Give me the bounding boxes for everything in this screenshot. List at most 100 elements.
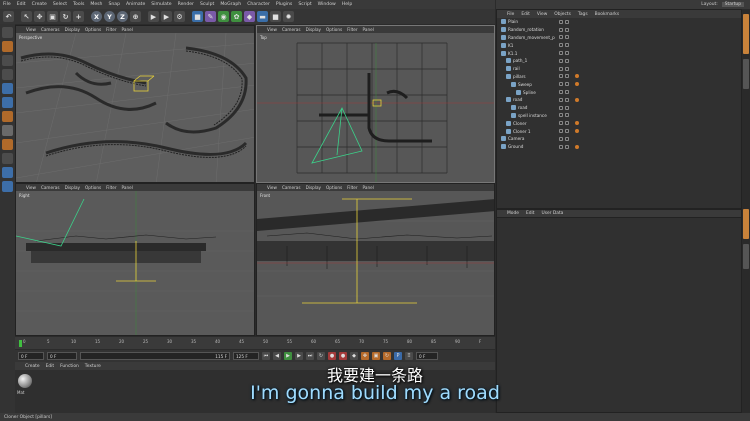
end-frame-field[interactable]: 125 F xyxy=(233,352,259,360)
viewport-menu-display[interactable]: Display xyxy=(306,185,321,190)
select-icon[interactable]: ↖ xyxy=(21,11,32,22)
attribute-menu-edit[interactable]: Edit xyxy=(526,211,535,216)
enabled-check-icon[interactable] xyxy=(565,121,569,126)
scale-icon[interactable]: ▣ xyxy=(47,11,58,22)
object-row[interactable]: spell instance xyxy=(497,112,741,120)
editor-visibility-icon[interactable] xyxy=(559,136,563,141)
solo-icon[interactable] xyxy=(2,181,13,192)
object-row[interactable]: Sweep xyxy=(497,80,741,88)
make-editable-icon[interactable] xyxy=(2,27,13,38)
subdivision-icon[interactable]: ◉ xyxy=(218,11,229,22)
rotate-icon[interactable]: ↻ xyxy=(60,11,71,22)
menu-animate[interactable]: Animate xyxy=(126,2,145,7)
editor-visibility-icon[interactable] xyxy=(559,35,563,40)
editor-visibility-icon[interactable] xyxy=(559,113,563,118)
viewport-menu-display[interactable]: Display xyxy=(65,185,80,190)
z-axis-toggle[interactable]: Z xyxy=(117,11,128,22)
model-mode-icon[interactable] xyxy=(2,41,13,52)
menu-window[interactable]: Window xyxy=(318,2,336,7)
undo-icon[interactable]: ↶ xyxy=(3,11,14,22)
viewport-menu-filter[interactable]: Filter xyxy=(106,27,116,32)
layers-tab[interactable] xyxy=(743,244,749,269)
enabled-check-icon[interactable] xyxy=(565,58,569,63)
previous-key-icon[interactable]: ◀ xyxy=(273,352,281,360)
render-picture-viewer-icon[interactable]: ▶ xyxy=(161,11,172,22)
visibility-flags[interactable] xyxy=(559,66,569,71)
menu-simulate[interactable]: Simulate xyxy=(151,2,171,7)
texture-mode-icon[interactable] xyxy=(2,55,13,66)
enabled-check-icon[interactable] xyxy=(565,51,569,56)
tag-icon[interactable] xyxy=(575,121,579,126)
menu-file[interactable]: File xyxy=(3,2,11,7)
enabled-check-icon[interactable] xyxy=(565,129,569,134)
cube-icon[interactable]: ■ xyxy=(192,11,203,22)
editor-visibility-icon[interactable] xyxy=(559,105,563,110)
visibility-flags[interactable] xyxy=(559,105,569,110)
viewport-menu-panel[interactable]: Panel xyxy=(363,185,374,190)
render-view-icon[interactable]: ▶ xyxy=(148,11,159,22)
workplane-lock-icon[interactable] xyxy=(2,167,13,178)
viewport-menu-options[interactable]: Options xyxy=(326,27,342,32)
visibility-flags[interactable] xyxy=(559,121,569,126)
next-key-icon[interactable]: ▶ xyxy=(295,352,303,360)
menu-help[interactable]: Help xyxy=(342,2,352,7)
visibility-flags[interactable] xyxy=(559,27,569,32)
visibility-flags[interactable] xyxy=(559,113,569,118)
menu-render[interactable]: Render xyxy=(178,2,194,7)
enabled-check-icon[interactable] xyxy=(565,90,569,95)
editor-visibility-icon[interactable] xyxy=(559,97,563,102)
viewport-menu-cameras[interactable]: Cameras xyxy=(282,185,301,190)
editor-visibility-icon[interactable] xyxy=(559,51,563,56)
coordinate-system-icon[interactable]: ⊕ xyxy=(130,11,141,22)
menu-mograph[interactable]: MoGraph xyxy=(220,2,241,7)
keyframe-selection-icon[interactable]: ◆ xyxy=(350,352,358,360)
points-mode-icon[interactable] xyxy=(2,83,13,94)
object-row[interactable]: road xyxy=(497,104,741,112)
start-frame-field[interactable]: 0 F xyxy=(18,352,44,360)
tweak-mode-icon[interactable] xyxy=(2,139,13,150)
enabled-check-icon[interactable] xyxy=(565,35,569,40)
material-menu-texture[interactable]: Texture xyxy=(85,364,101,369)
viewport-menu-filter[interactable]: Filter xyxy=(347,27,357,32)
spline-pen-icon[interactable]: ✎ xyxy=(205,11,216,22)
viewport-menu-view[interactable]: View xyxy=(26,27,36,32)
visibility-flags[interactable] xyxy=(559,97,569,102)
object-row[interactable]: Random_movement_p xyxy=(497,34,741,42)
object-row[interactable]: rail xyxy=(497,65,741,73)
visibility-flags[interactable] xyxy=(559,129,569,134)
array-icon[interactable]: ✿ xyxy=(231,11,242,22)
menu-create[interactable]: Create xyxy=(32,2,47,7)
timeline-ruler[interactable]: 0 5 10 15 20 25 30 35 40 45 50 55 60 65 70 75 80 85 90 F xyxy=(15,337,495,349)
tag-icon[interactable] xyxy=(575,82,579,87)
tag-icon[interactable] xyxy=(575,97,579,102)
object-menu-view[interactable]: View xyxy=(537,12,547,17)
visibility-flags[interactable] xyxy=(559,144,569,149)
min-frame-field[interactable]: 0 F xyxy=(47,352,77,360)
editor-visibility-icon[interactable] xyxy=(559,19,563,24)
playhead[interactable] xyxy=(19,340,22,347)
object-menu-edit[interactable]: Edit xyxy=(521,12,530,17)
menu-edit[interactable]: Edit xyxy=(17,2,26,7)
edges-mode-icon[interactable] xyxy=(2,97,13,108)
menu-snap[interactable]: Snap xyxy=(108,2,120,7)
visibility-flags[interactable] xyxy=(559,82,569,87)
move-icon[interactable]: ✥ xyxy=(34,11,45,22)
viewport-menu-display[interactable]: Display xyxy=(306,27,321,32)
menu-sculpt[interactable]: Sculpt xyxy=(200,2,214,7)
material-menu-function[interactable]: Function xyxy=(60,364,79,369)
editor-visibility-icon[interactable] xyxy=(559,129,563,134)
perspective-viewport[interactable]: View Cameras Display Options Filter Panel Per xyxy=(15,25,255,183)
viewport-menu-filter[interactable]: Filter xyxy=(106,185,116,190)
front-viewport[interactable]: View Cameras Display Options Filter Panel Fro… xyxy=(256,183,495,336)
menu-script[interactable]: Script xyxy=(298,2,311,7)
editor-visibility-icon[interactable] xyxy=(559,82,563,87)
attributes-tab[interactable] xyxy=(743,209,749,239)
object-row[interactable]: road xyxy=(497,96,741,104)
attribute-menu-mode[interactable]: Mode xyxy=(507,211,519,216)
deformer-icon[interactable]: ◆ xyxy=(244,11,255,22)
scale-key-icon[interactable]: ▣ xyxy=(372,352,380,360)
play-icon[interactable]: ▶ xyxy=(284,352,292,360)
visibility-flags[interactable] xyxy=(559,74,569,79)
object-row[interactable]: Camera xyxy=(497,135,741,143)
layout-select[interactable]: Startup xyxy=(721,2,744,7)
